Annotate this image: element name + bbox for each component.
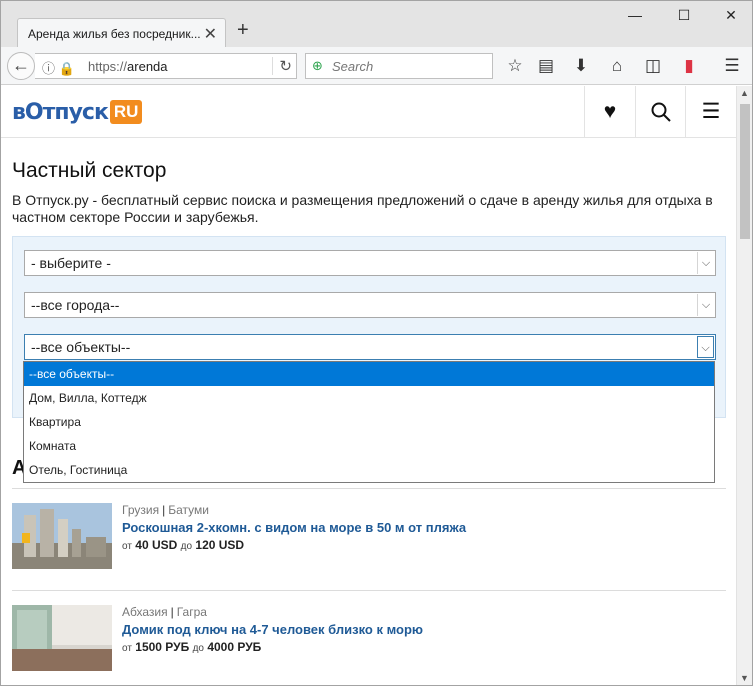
maximize-button[interactable]: ☐ (674, 7, 694, 24)
price-to: 4000 РУБ (207, 640, 262, 654)
listing-photo[interactable] (12, 503, 112, 569)
pocket-icon[interactable]: ◫ (642, 56, 664, 76)
close-window-button[interactable]: ✕ (721, 7, 741, 24)
divider (12, 488, 726, 489)
listing-item: Грузия | Батуми Роскошная 2-хкомн. с видом… (12, 503, 726, 573)
scroll-down-icon[interactable]: ▼ (740, 673, 749, 683)
listing-location: Грузия | Батуми (122, 503, 209, 517)
price-to-label: до (180, 541, 193, 552)
country-select-value: - выберите - (31, 255, 111, 271)
site-menu-button[interactable]: ☰ (685, 86, 736, 138)
page-title: Частный сектор (12, 159, 167, 182)
dropdown-option[interactable]: Комната (24, 434, 714, 458)
favorites-button[interactable]: ♥ (584, 86, 635, 138)
listing-country[interactable]: Грузия (122, 503, 159, 517)
back-arrow-icon: ← (12, 55, 30, 75)
url-text[interactable]: https://arenda (88, 59, 168, 74)
price-from: 1500 РУБ (135, 640, 190, 654)
page-viewport: вОтпуск RU ♥ ☰ Частный сектор В Отпуск.р… (1, 86, 736, 685)
tab-title: Аренда жилья без посредник... (28, 27, 201, 41)
reading-list-icon[interactable]: ▤ (535, 56, 557, 76)
browser-tab[interactable]: Аренда жилья без посредник... ✕ (17, 18, 226, 48)
search-placeholder: Search (332, 59, 374, 74)
listing-city[interactable]: Батуми (168, 503, 209, 517)
object-type-select-value: --все объекты-- (31, 339, 131, 355)
url-bar[interactable]: ⓘ 🔒 https://arenda ↻ (35, 53, 297, 79)
dropdown-option[interactable]: Квартира (24, 410, 714, 434)
dropdown-option[interactable]: Отель, Гостиница (24, 458, 714, 482)
extension-icon[interactable]: ▮ (678, 56, 700, 76)
heart-icon: ♥ (603, 100, 617, 123)
listing-location: Абхазия | Гагра (122, 605, 207, 619)
price-to-label: до (192, 643, 204, 654)
hamburger-icon: ☰ (701, 100, 721, 123)
listing-photo[interactable] (12, 605, 112, 671)
downloads-icon[interactable]: ⬇ (570, 56, 592, 76)
listing-price: от 1500 РУБ до 4000 РУБ (122, 640, 261, 654)
price-from-label: от (122, 643, 132, 654)
price-from-label: от (122, 541, 132, 552)
back-button[interactable]: ← (7, 52, 35, 80)
price-from: 40 USD (135, 538, 178, 552)
title-bar: Аренда жилья без посредник... ✕ + — ☐ ✕ (1, 1, 752, 48)
minimize-button[interactable]: — (625, 7, 645, 23)
listing-title-link[interactable]: Домик под ключ на 4-7 человек близко к м… (122, 622, 423, 637)
new-tab-button[interactable]: + (237, 19, 249, 42)
search-icon (651, 102, 671, 123)
city-select-value: --все города-- (31, 297, 120, 313)
site-search-button[interactable] (635, 86, 686, 138)
site-logo[interactable]: вОтпуск RU (12, 98, 143, 126)
bookmark-star-icon[interactable]: ☆ (504, 56, 526, 76)
divider (12, 590, 726, 591)
reload-icon[interactable]: ↻ (272, 57, 292, 75)
search-engine-icon: ⊕ (312, 58, 323, 73)
search-bar[interactable]: ⊕ Search (305, 53, 493, 79)
tab-close-icon[interactable]: ✕ (204, 24, 217, 44)
scrollbar-thumb[interactable] (740, 104, 750, 239)
intro-text: В Отпуск.ру - бесплатный сервис поиска и… (12, 192, 713, 225)
price-to: 120 USD (195, 538, 245, 552)
listing-country[interactable]: Абхазия (122, 605, 168, 619)
logo-text: вОтпуск (12, 99, 109, 125)
url-protocol: https:// (88, 59, 128, 74)
url-path: arenda (127, 59, 168, 74)
home-icon[interactable]: ⌂ (606, 56, 628, 76)
city-select[interactable]: --все города-- ⌵ (24, 292, 716, 318)
chevron-down-icon: ⌵ (697, 252, 714, 274)
listing-item: Абхазия | Гагра Домик под ключ на 4-7 чело… (12, 605, 726, 675)
chevron-down-icon: ⌵ (697, 336, 714, 358)
country-select[interactable]: - выберите - ⌵ (24, 250, 716, 276)
scroll-up-icon[interactable]: ▲ (740, 88, 749, 98)
page-scrollbar[interactable]: ▲ ▼ (736, 86, 752, 685)
listing-title-link[interactable]: Роскошная 2-хкомн. с видом на море в 50 … (122, 520, 466, 535)
site-header: вОтпуск RU ♥ ☰ (1, 86, 736, 138)
chevron-down-icon: ⌵ (697, 294, 714, 316)
object-type-dropdown: --все объекты-- Дом, Вилла, Коттедж Квар… (23, 361, 715, 483)
object-type-select[interactable]: --все объекты-- ⌵ (24, 334, 716, 360)
menu-icon[interactable]: ☰ (721, 56, 743, 76)
listing-city[interactable]: Гагра (177, 605, 207, 619)
nav-toolbar: ← ⓘ 🔒 https://arenda ↻ ⊕ Search ☆ ▤ ⬇ ⌂ … (1, 47, 752, 85)
listing-price: от 40 USD до 120 USD (122, 538, 244, 552)
browser-window: Аренда жилья без посредник... ✕ + — ☐ ✕ … (0, 0, 753, 686)
dropdown-option[interactable]: Дом, Вилла, Коттедж (24, 386, 714, 410)
site-info-icon[interactable]: ⓘ 🔒 (42, 58, 75, 77)
logo-badge: RU (109, 100, 143, 124)
dropdown-option[interactable]: --все объекты-- (24, 362, 714, 386)
